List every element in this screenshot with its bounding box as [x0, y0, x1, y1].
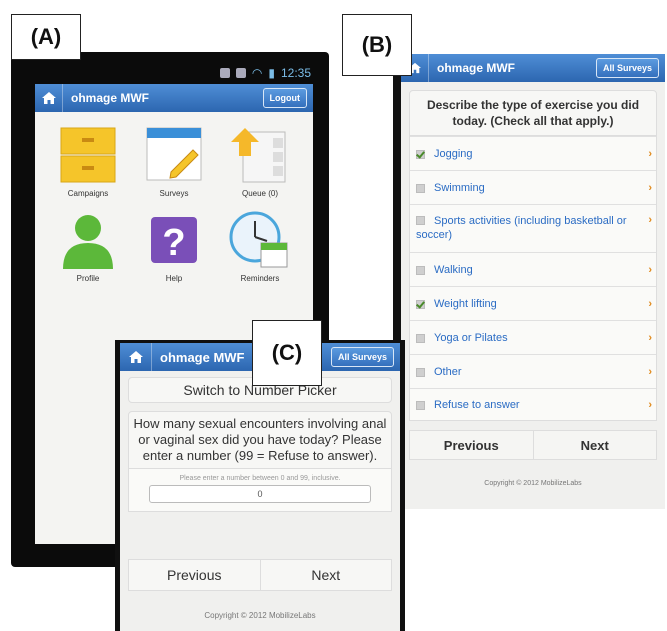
option-label: Swimming — [434, 181, 485, 194]
question-text: Describe the type of exercise you did to… — [409, 90, 657, 136]
checkbox-checked[interactable] — [416, 150, 425, 159]
chevron-right-icon: › — [648, 365, 652, 378]
number-input[interactable]: 0 — [149, 485, 371, 503]
app-title: ohmage MWF — [437, 61, 515, 75]
option-other[interactable]: Other › — [410, 354, 656, 388]
option-jogging[interactable]: Jogging › — [410, 136, 656, 170]
app-title: ohmage MWF — [160, 349, 245, 365]
question-text: How many sexual encounters involving ana… — [128, 411, 392, 469]
checkbox-checked[interactable] — [416, 300, 425, 309]
tile-label: Help — [165, 274, 183, 283]
panel-label-b: (B) — [342, 14, 412, 76]
chevron-right-icon: › — [648, 331, 652, 344]
app-bar: ohmage MWF All Surveys — [401, 54, 665, 82]
all-surveys-button[interactable]: All Surveys — [595, 58, 659, 78]
checkbox[interactable] — [416, 266, 425, 275]
options-list: Jogging › Swimming › Sports activities (… — [409, 136, 657, 421]
tile-campaigns[interactable]: Campaigns — [45, 124, 131, 203]
checkbox[interactable] — [416, 216, 425, 225]
checkbox[interactable] — [416, 401, 425, 410]
home-icon — [41, 92, 56, 104]
option-label: Jogging — [434, 147, 473, 160]
notification-icon — [219, 68, 230, 78]
tile-label: Surveys — [159, 189, 189, 198]
next-button[interactable]: Next — [259, 560, 392, 590]
survey-pencil-icon — [146, 127, 202, 181]
upload-queue-icon — [231, 128, 286, 183]
option-walking[interactable]: Walking › — [410, 252, 656, 286]
all-surveys-button[interactable]: All Surveys — [330, 347, 394, 367]
chevron-right-icon: › — [648, 398, 652, 411]
option-refuse[interactable]: Refuse to answer › — [410, 388, 656, 420]
option-weight-lifting[interactable]: Weight lifting › — [410, 286, 656, 320]
panel-label-c: (C) — [252, 320, 322, 386]
tile-label: Reminders — [240, 274, 280, 283]
chevron-right-icon: › — [648, 181, 652, 194]
question-mark-icon: ? — [151, 217, 197, 264]
tile-help[interactable]: ? Help — [131, 209, 217, 288]
clock-calendar-icon — [229, 211, 288, 268]
logout-button[interactable]: Logout — [262, 88, 307, 108]
screen-c: ohmage MWF All Surveys Switch to Number … — [120, 343, 400, 631]
survey-nav: Previous Next — [128, 559, 392, 591]
home-button[interactable] — [35, 84, 63, 112]
chevron-right-icon: › — [648, 214, 652, 226]
option-label: Refuse to answer — [434, 398, 520, 411]
checkbox[interactable] — [416, 334, 425, 343]
option-label: Walking — [434, 263, 473, 276]
tile-surveys[interactable]: Surveys — [131, 124, 217, 203]
home-button[interactable] — [120, 343, 152, 371]
tile-label: Profile — [76, 274, 100, 283]
next-button[interactable]: Next — [532, 431, 657, 459]
number-hint: Please enter a number between 0 and 99, … — [179, 475, 341, 482]
status-clock: 12:35 — [280, 66, 311, 80]
tile-profile[interactable]: Profile — [45, 209, 131, 288]
person-icon — [63, 215, 113, 269]
dashboard-grid: Campaigns Surveys Queue (0) Profile ? He… — [45, 124, 303, 288]
tile-reminders[interactable]: Reminders — [217, 209, 303, 288]
option-label: Other — [434, 365, 462, 378]
option-label: Weight lifting — [434, 297, 497, 310]
app-title: ohmage MWF — [71, 91, 149, 105]
tile-label: Campaigns — [67, 189, 109, 198]
phone-b: ohmage MWF All Surveys Describe the type… — [393, 54, 665, 509]
number-entry: Please enter a number between 0 and 99, … — [128, 469, 392, 512]
app-bar: ohmage MWF Logout — [35, 84, 313, 112]
tile-label: Queue (0) — [241, 189, 279, 198]
option-label: Yoga or Pilates — [434, 331, 508, 344]
panel-label-a: (A) — [11, 14, 81, 60]
status-bar: ◠ ▮ 12:35 — [35, 64, 315, 82]
previous-button[interactable]: Previous — [129, 560, 260, 590]
option-swimming[interactable]: Swimming › — [410, 170, 656, 204]
sim-icon — [235, 68, 246, 78]
svg-text:?: ? — [162, 222, 185, 264]
option-sports[interactable]: Sports activities (including basketball … — [410, 204, 656, 252]
previous-button[interactable]: Previous — [410, 431, 533, 459]
signal-icon: ▮ — [268, 66, 275, 80]
folder-drawer-icon — [60, 127, 116, 183]
chevron-right-icon: › — [648, 297, 652, 310]
home-icon — [128, 351, 143, 363]
option-label: Sports activities (including basketball … — [416, 215, 627, 241]
checkbox[interactable] — [416, 368, 425, 377]
chevron-right-icon: › — [648, 147, 652, 160]
tile-queue[interactable]: Queue (0) — [217, 124, 303, 203]
checkbox[interactable] — [416, 184, 425, 193]
copyright-text: Copyright © 2012 MobilizeLabs — [204, 611, 316, 620]
copyright-text: Copyright © 2012 MobilizeLabs — [484, 480, 582, 487]
screen-b: ohmage MWF All Surveys Describe the type… — [401, 54, 665, 509]
chevron-right-icon: › — [648, 263, 652, 276]
wifi-icon: ◠ — [251, 66, 263, 80]
survey-nav: Previous Next — [409, 430, 657, 460]
option-yoga[interactable]: Yoga or Pilates › — [410, 320, 656, 354]
